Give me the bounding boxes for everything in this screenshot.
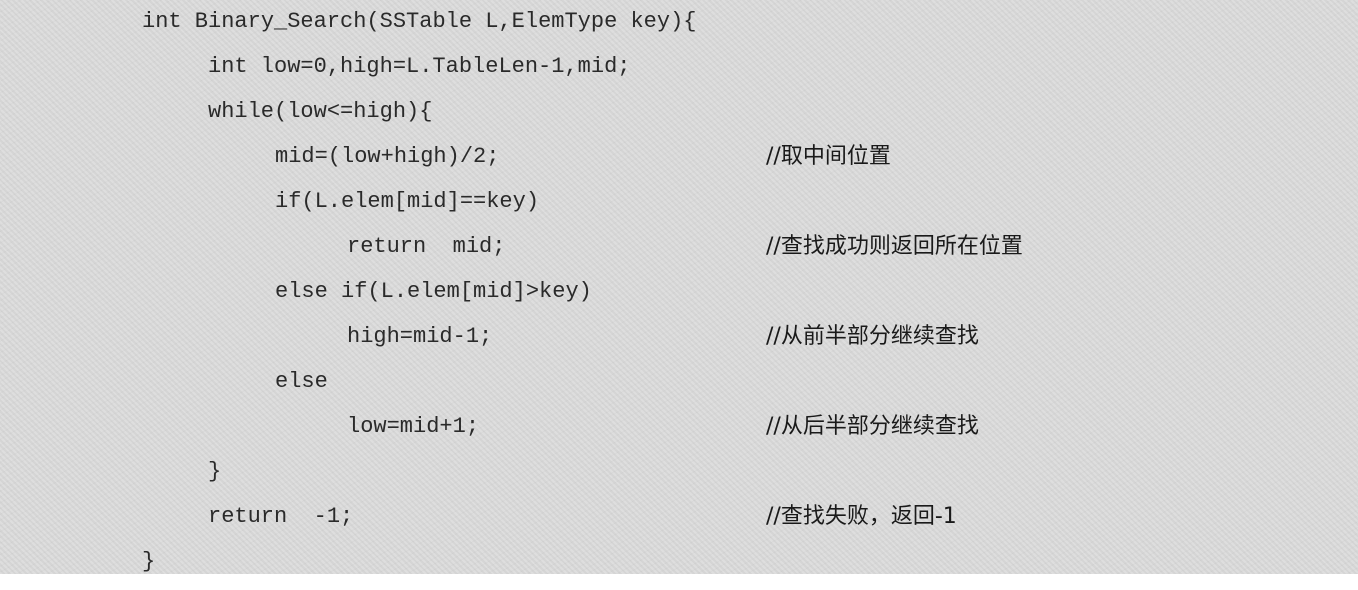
comment-back: //从后半部分继续查找 [766,414,979,439]
code-line-7: else if(L.elem[mid]>key) [275,279,592,304]
code-line-9: else [275,369,328,394]
code-line-11: } [208,459,222,484]
code-line-4: mid=(low+high)/2; [275,144,500,169]
code-line-5: if(L.elem[mid]==key) [275,189,540,214]
code-line-12: return -1; [208,504,354,529]
comment-fail: //查找失败，返回-1 [766,504,957,529]
code-line-2: int low=0,high=L.TableLen-1,mid; [208,54,631,79]
code-line-10: low=mid+1; [347,414,480,439]
comment-found: //查找成功则返回所在位置 [766,234,1023,259]
page: int Binary_Search(SSTable L,ElemType key… [0,0,1358,590]
code-line-13: } [142,549,156,574]
code-line-8: high=mid-1; [347,324,493,349]
code-block: int Binary_Search(SSTable L,ElemType key… [0,0,1358,574]
code-line-1: int Binary_Search(SSTable L,ElemType key… [142,9,697,34]
code-line-3: while(low<=high){ [208,99,433,124]
code-line-6: return mid; [347,234,506,259]
comment-front: //从前半部分继续查找 [766,324,979,349]
comment-mid: //取中间位置 [766,144,891,169]
